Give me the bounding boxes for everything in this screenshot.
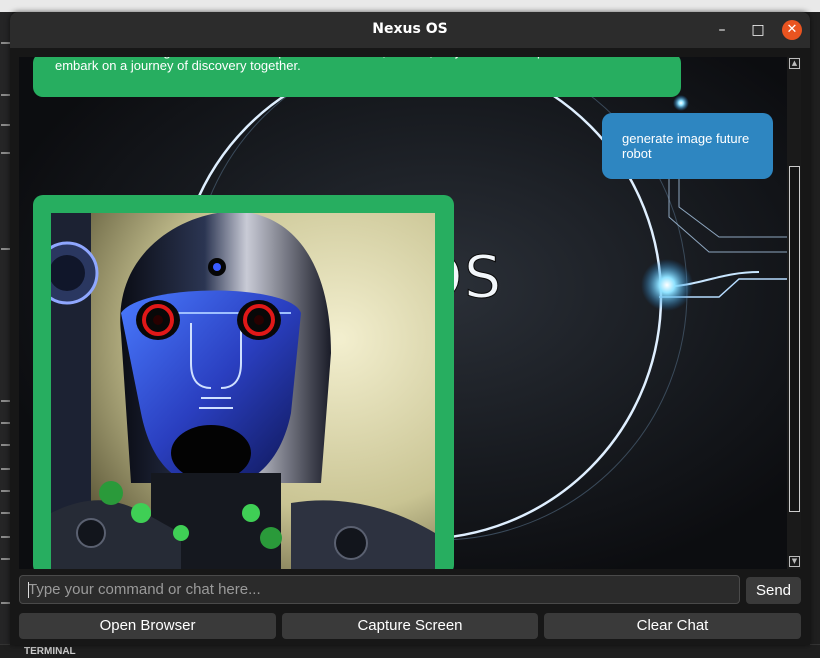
capture-screen-button[interactable]: Capture Screen <box>282 613 538 639</box>
generated-robot-image <box>51 213 435 569</box>
send-button[interactable]: Send <box>746 577 801 604</box>
app-window: Nexus OS – □ ✕ OS embark on a journey of… <box>10 12 810 645</box>
maximize-button[interactable]: □ <box>748 20 768 40</box>
background-top-bar <box>0 0 820 12</box>
assistant-image-message <box>33 195 454 569</box>
terminal-panel-label: TERMINAL <box>24 646 76 657</box>
background-terminal-panel: TERMINAL <box>0 644 820 658</box>
chat-scrollbar[interactable]: ▲ ▼ <box>787 57 801 569</box>
chat-history[interactable]: Nexus OS intricacies of our digital real… <box>19 57 787 569</box>
scroll-up-arrow-icon[interactable]: ▲ <box>789 58 800 69</box>
user-message: generate image future robot <box>602 113 773 179</box>
scrollbar-thumb[interactable] <box>789 166 800 512</box>
close-button[interactable]: ✕ <box>782 20 802 40</box>
assistant-message-text: intricacies of our digital realm. What a… <box>55 57 612 73</box>
open-browser-button[interactable]: Open Browser <box>19 613 276 639</box>
command-input[interactable] <box>19 575 740 604</box>
window-title: Nexus OS <box>372 21 448 37</box>
minimize-button[interactable]: – <box>712 20 732 40</box>
text-cursor <box>28 582 29 598</box>
clear-chat-button[interactable]: Clear Chat <box>544 613 801 639</box>
assistant-message: intricacies of our digital realm. What a… <box>33 57 681 97</box>
title-bar[interactable]: Nexus OS – □ ✕ <box>10 12 810 48</box>
scroll-down-arrow-icon[interactable]: ▼ <box>789 556 800 567</box>
